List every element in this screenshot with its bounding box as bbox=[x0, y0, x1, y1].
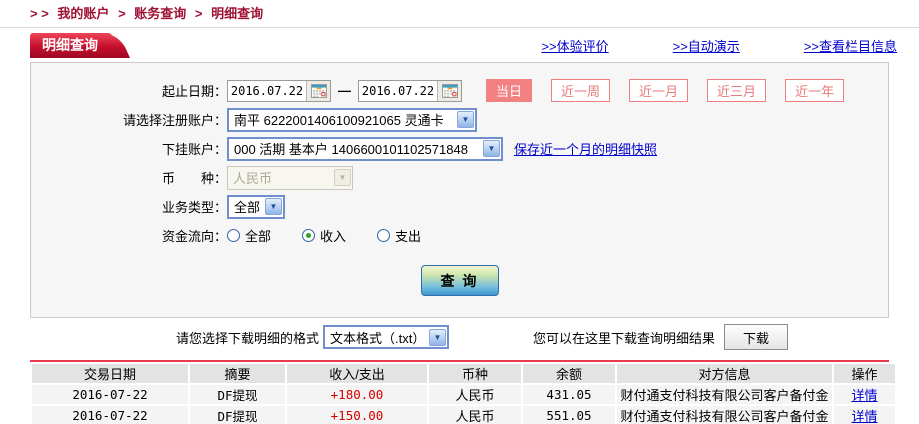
fund-flow-label: 资金流向： bbox=[161, 229, 227, 244]
end-date-calendar-icon[interactable] bbox=[437, 80, 461, 101]
breadcrumb-item-my-account[interactable]: 我的账户 bbox=[57, 6, 109, 21]
radio-unchecked-icon bbox=[227, 229, 240, 242]
quick-range-today-button[interactable]: 当日 bbox=[486, 79, 533, 102]
sub-account-value: 000 活期 基本户 1406600101102571848 bbox=[234, 142, 468, 157]
header-counterparty: 对方信息 bbox=[617, 364, 832, 383]
chevron-down-icon: ▼ bbox=[429, 328, 447, 346]
fund-flow-row: 资金流向： 全部 收入 支出 bbox=[31, 221, 888, 250]
download-row: 请您选择下载明细的格式 文本格式（.txt） ▼ 您可以在这里下载查询明细结果 … bbox=[0, 320, 919, 354]
cell-balance: 431.05 bbox=[523, 385, 615, 404]
experience-rating-link[interactable]: >>体验评价 bbox=[541, 36, 608, 55]
quick-range-week-button[interactable]: 近一周 bbox=[551, 79, 611, 102]
download-hint: 您可以在这里下载查询明细结果 bbox=[533, 330, 716, 346]
currency-select: 人民币 ▼ bbox=[227, 165, 353, 190]
table-row: 2016-07-22 DF提现 +150.00 人民币 551.05 财付通支付… bbox=[32, 406, 895, 424]
currency-row: 币 种： 人民币 ▼ bbox=[31, 163, 888, 192]
date-range-separator: — bbox=[338, 83, 351, 98]
quick-range-month-button[interactable]: 近一月 bbox=[629, 79, 689, 102]
download-button[interactable]: 下载 bbox=[724, 324, 789, 350]
flow-option-all[interactable]: 全部 bbox=[227, 226, 271, 245]
view-column-info-link[interactable]: >>查看栏目信息 bbox=[804, 36, 897, 55]
register-account-row: 请选择注册账户： 南平 6222001406100921065 灵通卡 ▼ bbox=[31, 105, 888, 134]
biz-type-select[interactable]: 全部 ▼ bbox=[227, 194, 285, 219]
start-date-box bbox=[227, 79, 331, 102]
download-format-select[interactable]: 文本格式（.txt） ▼ bbox=[323, 325, 450, 349]
sub-account-label: 下挂账户： bbox=[161, 142, 227, 157]
cell-balance: 551.05 bbox=[523, 406, 615, 424]
transaction-table: 交易日期 摘要 收入/支出 币种 余额 对方信息 操作 2016-07-22 D… bbox=[30, 362, 897, 424]
header-summary: 摘要 bbox=[190, 364, 285, 383]
cell-counterparty: 财付通支付科技有限公司客户备付金 bbox=[617, 406, 832, 424]
table-row: 2016-07-22 DF提现 +180.00 人民币 431.05 财付通支付… bbox=[32, 385, 895, 404]
download-format-label: 请您选择下载明细的格式 bbox=[176, 330, 320, 346]
register-account-label: 请选择注册账户： bbox=[122, 113, 227, 128]
cell-counterparty: 财付通支付科技有限公司客户备付金 bbox=[617, 385, 832, 404]
start-date-calendar-icon[interactable] bbox=[306, 80, 330, 101]
cell-summary: DF提现 bbox=[190, 385, 285, 404]
flow-option-expense-label: 支出 bbox=[395, 229, 422, 244]
flow-option-expense[interactable]: 支出 bbox=[377, 226, 421, 245]
sub-account-select[interactable]: 000 活期 基本户 1406600101102571848 ▼ bbox=[227, 136, 503, 161]
header-income-expense: 收入/支出 bbox=[287, 364, 427, 383]
calendar-icon bbox=[310, 83, 327, 98]
query-form-panel: 起止日期： — bbox=[30, 62, 889, 318]
flow-option-income-label: 收入 bbox=[320, 229, 347, 244]
chevron-down-icon: ▼ bbox=[483, 140, 500, 157]
detail-link[interactable]: 详情 bbox=[851, 409, 877, 424]
radio-unchecked-icon bbox=[377, 229, 391, 242]
flow-option-all-label: 全部 bbox=[245, 229, 272, 244]
calendar-icon bbox=[441, 83, 458, 98]
sub-account-row: 下挂账户： 000 活期 基本户 1406600101102571848 ▼ 保… bbox=[31, 134, 888, 163]
biz-type-label: 业务类型： bbox=[161, 200, 227, 215]
cell-trade-date: 2016-07-22 bbox=[32, 385, 188, 404]
auto-demo-link[interactable]: >>自动演示 bbox=[673, 36, 740, 55]
end-date-input[interactable] bbox=[359, 80, 437, 101]
cell-amount: +150.00 bbox=[287, 406, 427, 424]
quick-range-3months-button[interactable]: 近三月 bbox=[707, 79, 767, 102]
chevron-down-icon: ▼ bbox=[334, 169, 351, 186]
header-currency: 币种 bbox=[429, 364, 521, 383]
breadcrumb-item-account-query[interactable]: 账务查询 bbox=[134, 6, 186, 21]
end-date-box bbox=[358, 79, 462, 102]
breadcrumb-item-detail-query[interactable]: 明细查询 bbox=[211, 6, 263, 21]
header-balance: 余额 bbox=[523, 364, 615, 383]
header-trade-date: 交易日期 bbox=[32, 364, 188, 383]
cell-currency: 人民币 bbox=[429, 385, 521, 404]
breadcrumb-separator: > bbox=[194, 6, 203, 21]
currency-value: 人民币 bbox=[233, 171, 273, 186]
download-format-value: 文本格式（.txt） bbox=[330, 330, 426, 346]
quick-range-year-button[interactable]: 近一年 bbox=[785, 79, 845, 102]
chevron-down-icon: ▼ bbox=[457, 111, 474, 128]
table-header-row: 交易日期 摘要 收入/支出 币种 余额 对方信息 操作 bbox=[32, 364, 895, 383]
breadcrumb-separator: > bbox=[118, 6, 126, 21]
query-button[interactable]: 查 询 bbox=[420, 265, 499, 296]
date-range-label: 起止日期： bbox=[161, 84, 227, 99]
cell-amount: +180.00 bbox=[287, 385, 427, 404]
breadcrumb: > > 我的账户 > 账务查询 > 明细查询 bbox=[0, 0, 919, 28]
detail-link[interactable]: 详情 bbox=[851, 388, 877, 403]
header-action: 操作 bbox=[834, 364, 895, 383]
biz-type-row: 业务类型： 全部 ▼ bbox=[31, 192, 888, 221]
breadcrumb-prefix: > > bbox=[30, 6, 49, 21]
chevron-down-icon: ▼ bbox=[265, 198, 282, 215]
save-snapshot-link[interactable]: 保存近一个月的明细快照 bbox=[514, 139, 657, 158]
cell-currency: 人民币 bbox=[429, 406, 521, 424]
date-range-row: 起止日期： — bbox=[31, 76, 888, 105]
flow-option-income[interactable]: 收入 bbox=[302, 226, 346, 245]
biz-type-value: 全部 bbox=[234, 200, 261, 215]
cell-summary: DF提现 bbox=[190, 406, 285, 424]
register-account-select[interactable]: 南平 6222001406100921065 灵通卡 ▼ bbox=[227, 107, 477, 132]
currency-label: 币 种： bbox=[161, 171, 227, 186]
radio-checked-icon bbox=[302, 229, 316, 242]
register-account-value: 南平 6222001406100921065 灵通卡 bbox=[234, 113, 444, 128]
start-date-input[interactable] bbox=[228, 80, 306, 101]
cell-trade-date: 2016-07-22 bbox=[32, 406, 188, 424]
tab-label: 明细查询 bbox=[42, 36, 98, 53]
top-links: >>体验评价 >>自动演示 >>查看栏目信息 bbox=[541, 36, 897, 55]
tab-detail-query[interactable]: 明细查询 bbox=[30, 32, 112, 58]
tab-bar: 明细查询 >>体验评价 >>自动演示 >>查看栏目信息 bbox=[30, 30, 897, 60]
